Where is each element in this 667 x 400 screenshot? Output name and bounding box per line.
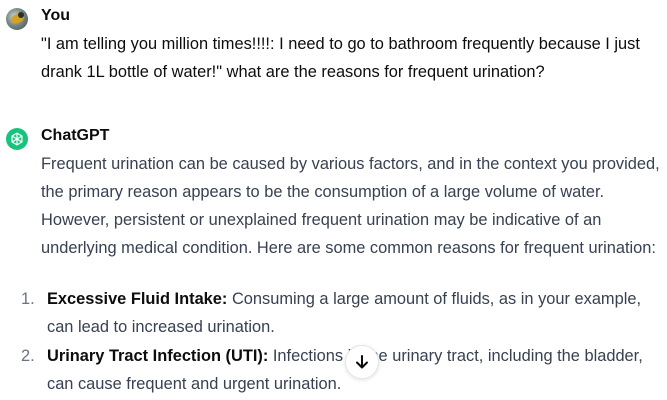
list-item: 1. Excessive Fluid Intake: Consuming a l…: [0, 285, 667, 342]
list-item-number: 1.: [21, 290, 35, 308]
list-item-title: Excessive Fluid Intake:: [47, 290, 228, 308]
user-author-name: You: [41, 7, 71, 24]
assistant-author-name: ChatGPT: [41, 127, 110, 144]
arrow-down-icon: [356, 355, 368, 369]
chat-thread: You "I am telling you million times!!!!:…: [0, 0, 667, 400]
assistant-avatar: [6, 128, 28, 150]
list-item-title: Urinary Tract Infection (UTI):: [47, 347, 269, 365]
user-message-text: "I am telling you million times!!!!: I n…: [41, 35, 640, 81]
user-avatar: [6, 8, 28, 30]
scroll-to-bottom-button[interactable]: [345, 345, 379, 379]
list-item: 2. Urinary Tract Infection (UTI): Infect…: [0, 342, 667, 399]
list-item-number: 2.: [21, 347, 35, 365]
reasons-list: 1. Excessive Fluid Intake: Consuming a l…: [0, 285, 667, 399]
assistant-intro-text: Frequent urination can be caused by vari…: [41, 155, 660, 257]
openai-logo-icon: [11, 132, 23, 146]
